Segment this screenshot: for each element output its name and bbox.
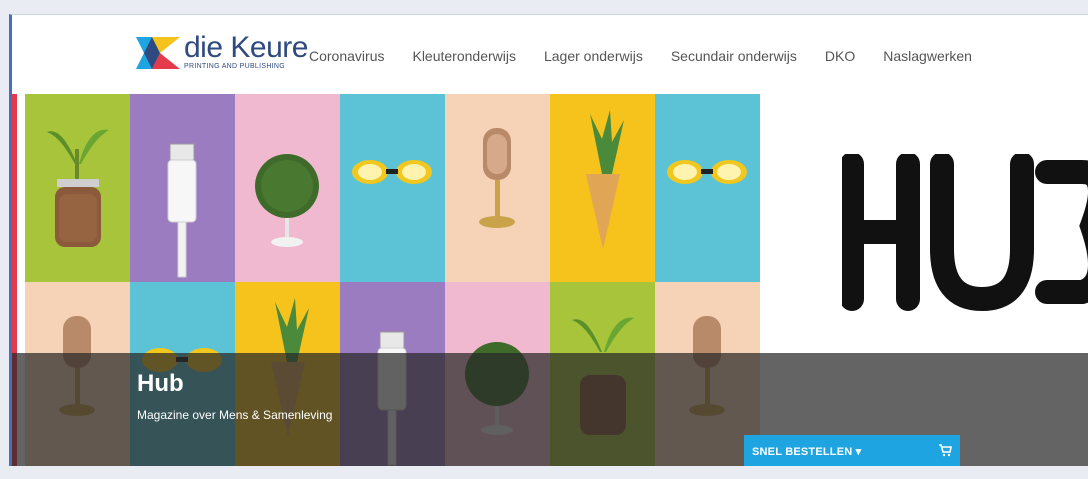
microphone-icon: [479, 128, 515, 228]
hero-tile-usb-cable: [130, 94, 235, 282]
brand-logo-text: die Keure PRINTING AND PUBLISHING: [184, 31, 308, 71]
hub-magazine-logo: [840, 152, 1088, 324]
nav-item-naslagwerken[interactable]: Naslagwerken: [883, 48, 972, 64]
cart-icon: [938, 443, 952, 457]
pineapple-cone-icon: [586, 110, 624, 249]
nav-item-coronavirus[interactable]: Coronavirus: [309, 48, 384, 64]
usb-cable-icon: [167, 143, 197, 278]
hero-tile-bush-globe: [235, 94, 340, 282]
quick-order-button[interactable]: SNEL BESTELLEN ▾: [744, 435, 960, 466]
nav-item-dko[interactable]: DKO: [825, 48, 855, 64]
brand-name: die Keure: [184, 31, 308, 64]
quick-order-label: SNEL BESTELLEN ▾: [752, 446, 862, 458]
bush-globe-icon: [255, 154, 319, 247]
hero-subtitle: Magazine over Mens & Samenleving: [137, 408, 333, 422]
goggles-icon: [667, 160, 747, 184]
nav-item-kleuteronderwijs[interactable]: Kleuteronderwijs: [412, 48, 516, 64]
plant-jar-icon: [47, 129, 109, 247]
nav-item-lager-onderwijs[interactable]: Lager onderwijs: [544, 48, 643, 64]
hero-tile-goggles: [340, 94, 445, 282]
hero-tile-pineapple-cone: [550, 94, 655, 282]
site-header: die Keure PRINTING AND PUBLISHING Corona…: [12, 15, 1088, 93]
brand-tagline: PRINTING AND PUBLISHING: [184, 63, 286, 70]
hero-tile-microphone: [445, 94, 550, 282]
hero-tile-plant-jar: [25, 94, 130, 282]
main-nav: Coronavirus Kleuteronderwijs Lager onder…: [309, 48, 1000, 64]
nav-item-secundair-onderwijs[interactable]: Secundair onderwijs: [671, 48, 797, 64]
brand-logo[interactable]: die Keure PRINTING AND PUBLISHING: [136, 31, 308, 77]
hero-title: Hub: [137, 370, 184, 397]
hero-tile-goggles-2: [655, 94, 760, 282]
page-frame: die Keure PRINTING AND PUBLISHING Corona…: [9, 14, 1088, 466]
goggles-icon: [352, 160, 432, 184]
hero-banner[interactable]: Hub Magazine over Mens & Samenleving SNE…: [12, 94, 1088, 466]
brand-logo-mark-icon: [136, 31, 180, 75]
